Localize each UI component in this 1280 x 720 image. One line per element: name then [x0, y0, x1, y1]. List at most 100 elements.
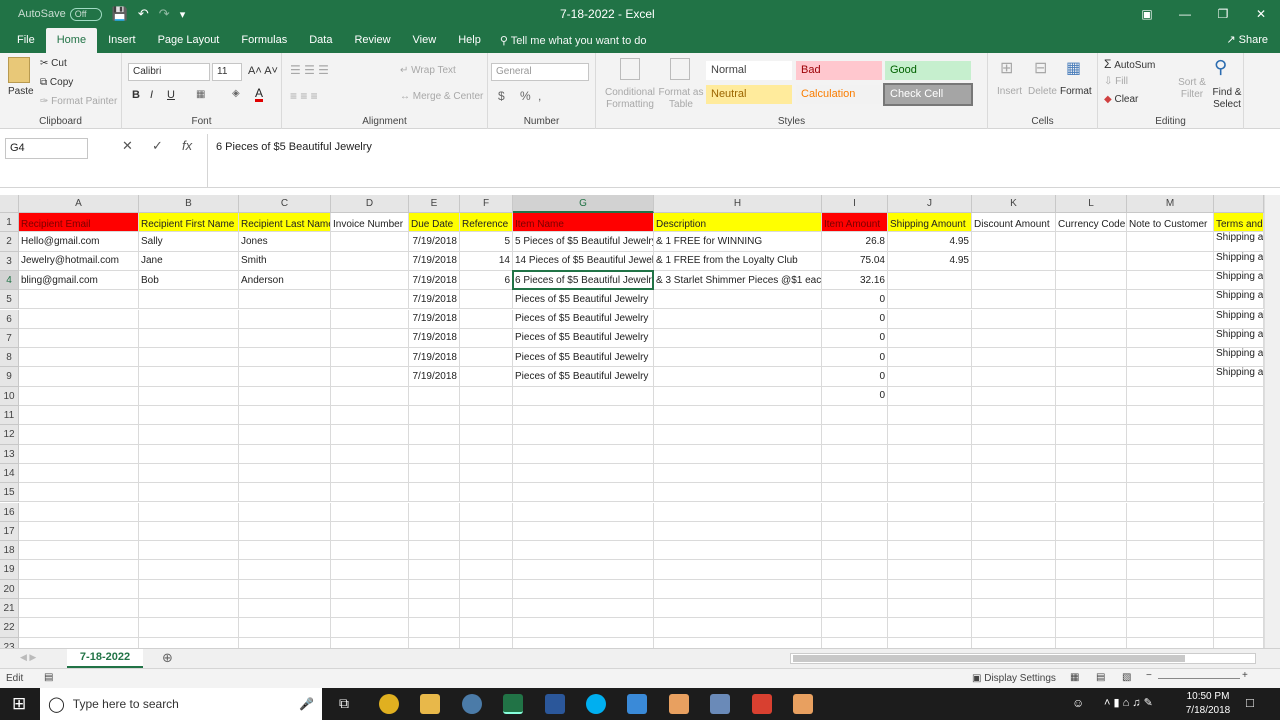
empty-cell[interactable]: [1056, 502, 1127, 522]
empty-cell[interactable]: [888, 541, 972, 561]
header-cell[interactable]: Description: [654, 213, 822, 233]
table-cell[interactable]: Shipping ar: [1214, 367, 1264, 387]
row-header-2[interactable]: 2: [0, 232, 19, 252]
empty-cell[interactable]: [139, 541, 239, 561]
column-header-B[interactable]: B: [139, 195, 239, 213]
header-cell[interactable]: Recipient First Name: [139, 213, 239, 233]
empty-cell[interactable]: [513, 425, 654, 445]
empty-cell[interactable]: [513, 637, 654, 648]
row-header-17[interactable]: 17: [0, 521, 19, 542]
table-cell[interactable]: [331, 348, 409, 368]
empty-cell[interactable]: [513, 483, 654, 503]
table-cell[interactable]: [1056, 309, 1127, 329]
empty-cell[interactable]: [972, 463, 1056, 484]
minimize-button[interactable]: —: [1166, 0, 1204, 28]
table-cell[interactable]: [1127, 232, 1214, 252]
table-cell[interactable]: [1127, 386, 1214, 406]
empty-cell[interactable]: [822, 425, 888, 445]
empty-cell[interactable]: [1127, 521, 1214, 542]
table-cell[interactable]: [972, 328, 1056, 349]
column-header-J[interactable]: J: [888, 195, 972, 213]
table-cell[interactable]: 5: [460, 232, 513, 252]
table-cell[interactable]: [1056, 270, 1127, 291]
empty-cell[interactable]: [19, 502, 139, 522]
table-cell[interactable]: [654, 386, 822, 406]
column-header-G[interactable]: G: [513, 195, 654, 213]
table-cell[interactable]: 32.16: [822, 270, 888, 291]
empty-cell[interactable]: [239, 502, 331, 522]
empty-cell[interactable]: [654, 425, 822, 445]
table-cell[interactable]: 0: [822, 309, 888, 329]
column-header-E[interactable]: E: [409, 195, 460, 213]
empty-cell[interactable]: [513, 502, 654, 522]
table-cell[interactable]: [1127, 367, 1214, 387]
row-header-1[interactable]: 1: [0, 213, 19, 233]
bold-button[interactable]: B: [132, 89, 140, 101]
empty-cell[interactable]: [822, 521, 888, 542]
empty-cell[interactable]: [1056, 541, 1127, 561]
table-cell[interactable]: [1127, 251, 1214, 271]
empty-cell[interactable]: [1127, 425, 1214, 445]
tab-file[interactable]: File: [6, 28, 46, 53]
table-cell[interactable]: Shipping ar: [1214, 290, 1264, 310]
format-as-table-button[interactable]: Format as Table: [658, 87, 704, 111]
formula-input[interactable]: 6 Pieces of $5 Beautiful Jewelry: [207, 134, 1267, 188]
empty-cell[interactable]: [888, 483, 972, 503]
taskbar-search[interactable]: ◯ Type here to search 🎤: [40, 688, 322, 720]
empty-cell[interactable]: [513, 463, 654, 484]
empty-cell[interactable]: [1056, 618, 1127, 638]
empty-cell[interactable]: [239, 406, 331, 426]
empty-cell[interactable]: [1214, 560, 1264, 580]
table-cell[interactable]: 0: [822, 328, 888, 349]
align-top-icon[interactable]: ☰ ☰ ☰: [290, 63, 329, 77]
empty-cell[interactable]: [331, 406, 409, 426]
excel-icon[interactable]: [503, 694, 523, 714]
empty-cell[interactable]: [1214, 637, 1264, 648]
empty-cell[interactable]: [139, 406, 239, 426]
insert-function-icon[interactable]: fx: [182, 138, 192, 153]
empty-cell[interactable]: [888, 521, 972, 542]
table-cell[interactable]: [239, 386, 331, 406]
task-view-icon[interactable]: ⧉: [339, 695, 349, 712]
table-cell[interactable]: Shipping ar: [1214, 232, 1264, 252]
table-cell[interactable]: Hello@gmail.com: [19, 232, 139, 252]
empty-cell[interactable]: [513, 560, 654, 580]
cut-button[interactable]: ✂ Cut: [40, 58, 67, 69]
fill-color-icon[interactable]: ◈: [232, 88, 240, 99]
empty-cell[interactable]: [888, 444, 972, 464]
display-settings-button[interactable]: ▣ Display Settings: [972, 673, 1056, 684]
clock[interactable]: 10:50 PM 7/18/2018: [1180, 690, 1236, 718]
empty-cell[interactable]: [409, 502, 460, 522]
empty-cell[interactable]: [331, 483, 409, 503]
table-cell[interactable]: [139, 309, 239, 329]
fill-button[interactable]: ⇩ Fill: [1104, 76, 1128, 87]
table-cell[interactable]: [19, 309, 139, 329]
header-cell[interactable]: Reference: [460, 213, 513, 233]
empty-cell[interactable]: [654, 521, 822, 542]
table-cell[interactable]: [972, 290, 1056, 310]
empty-cell[interactable]: [19, 599, 139, 619]
empty-cell[interactable]: [1214, 444, 1264, 464]
format-cells-button[interactable]: Format: [1060, 86, 1092, 97]
table-cell[interactable]: Shipping ar: [1214, 328, 1264, 349]
store-icon[interactable]: [710, 694, 730, 714]
table-cell[interactable]: [139, 386, 239, 406]
table-cell[interactable]: 0: [822, 367, 888, 387]
table-cell[interactable]: [513, 386, 654, 406]
table-cell[interactable]: Pieces of $5 Beautiful Jewelry: [513, 328, 654, 349]
empty-cell[interactable]: [1214, 483, 1264, 503]
empty-cell[interactable]: [460, 444, 513, 464]
table-cell[interactable]: [1056, 348, 1127, 368]
empty-cell[interactable]: [1127, 444, 1214, 464]
empty-cell[interactable]: [1214, 463, 1264, 484]
table-cell[interactable]: [1056, 251, 1127, 271]
header-cell[interactable]: Currency Code: [1056, 213, 1127, 233]
spreadsheet-grid[interactable]: A B C D E F G H I J K L M 1 Recipient Email Recipient F…: [0, 195, 1264, 648]
empty-cell[interactable]: [239, 521, 331, 542]
tab-home[interactable]: Home: [45, 28, 98, 53]
column-header-F[interactable]: F: [460, 195, 513, 213]
table-cell[interactable]: [654, 348, 822, 368]
empty-cell[interactable]: [331, 502, 409, 522]
table-cell[interactable]: [139, 328, 239, 349]
table-cell[interactable]: [654, 328, 822, 349]
